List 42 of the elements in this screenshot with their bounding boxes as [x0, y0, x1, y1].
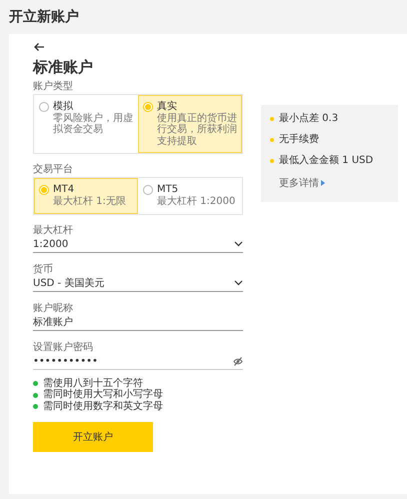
field-label: 货币	[33, 264, 54, 275]
field-label: 设置账户密码	[33, 342, 94, 353]
option-description: 零风险账户，用虚拟资金交易	[53, 112, 133, 136]
bullet-icon	[270, 138, 274, 142]
rule-text: 需同时使用数字和英文字母	[43, 400, 163, 412]
option-description: 最大杠杆 1:无限	[53, 196, 126, 208]
chevron-down-icon[interactable]	[234, 241, 243, 248]
option-title: MT4	[53, 184, 76, 196]
rule-text: 需使用八到十五个字符	[43, 378, 143, 389]
feature-text: 最小点差 0.3	[279, 112, 338, 125]
chevron-down-icon[interactable]	[234, 280, 243, 286]
rule-text: 需同时使用大写和小写字母	[43, 389, 163, 400]
caret-icon[interactable]	[321, 180, 325, 186]
input-field[interactable]: 1:2000	[33, 238, 243, 253]
form-title: 标准账户	[33, 58, 94, 76]
option-description: 使用真正的货币进行交易，所获利润支持提取	[157, 112, 237, 148]
radio-button[interactable]	[39, 102, 49, 112]
bullet-icon	[270, 158, 274, 163]
field-label: 账户昵称	[33, 302, 74, 314]
option-card[interactable]: MT4 最大杠杆 1:无限	[34, 178, 138, 214]
hide-password-icon[interactable]	[233, 356, 243, 366]
input-field[interactable]: •••••••••••	[33, 354, 243, 370]
option-title: 真实	[157, 100, 177, 113]
option-title: 模拟	[53, 100, 74, 113]
submit-button[interactable]: 开立账户	[33, 422, 153, 452]
field-label: 账户类型	[33, 80, 74, 92]
more-details-link[interactable]: 更多详情	[279, 176, 325, 191]
feature-text: 最低入金金额 1 USD	[279, 154, 374, 167]
bullet-icon	[270, 116, 274, 121]
back-arrow-icon[interactable]	[33, 42, 45, 52]
page-title: 开立新账户	[8, 8, 80, 26]
radio-button[interactable]	[143, 102, 153, 112]
option-title: MT5	[157, 184, 180, 196]
field-label: 最大杠杆	[33, 224, 74, 236]
field-label: 交易平台	[33, 164, 74, 176]
option-description: 最大杠杆 1:2000	[157, 196, 236, 208]
input-field[interactable]: 标准账户	[33, 316, 243, 331]
input-field[interactable]: USD - 美国美元	[33, 276, 243, 292]
option-card[interactable]: 真实 使用真正的货币进行交易，所获利润支持提取	[138, 94, 242, 154]
radio-button[interactable]	[39, 185, 49, 196]
feature-text: 无手续费	[279, 134, 319, 146]
radio-button[interactable]	[143, 185, 153, 196]
